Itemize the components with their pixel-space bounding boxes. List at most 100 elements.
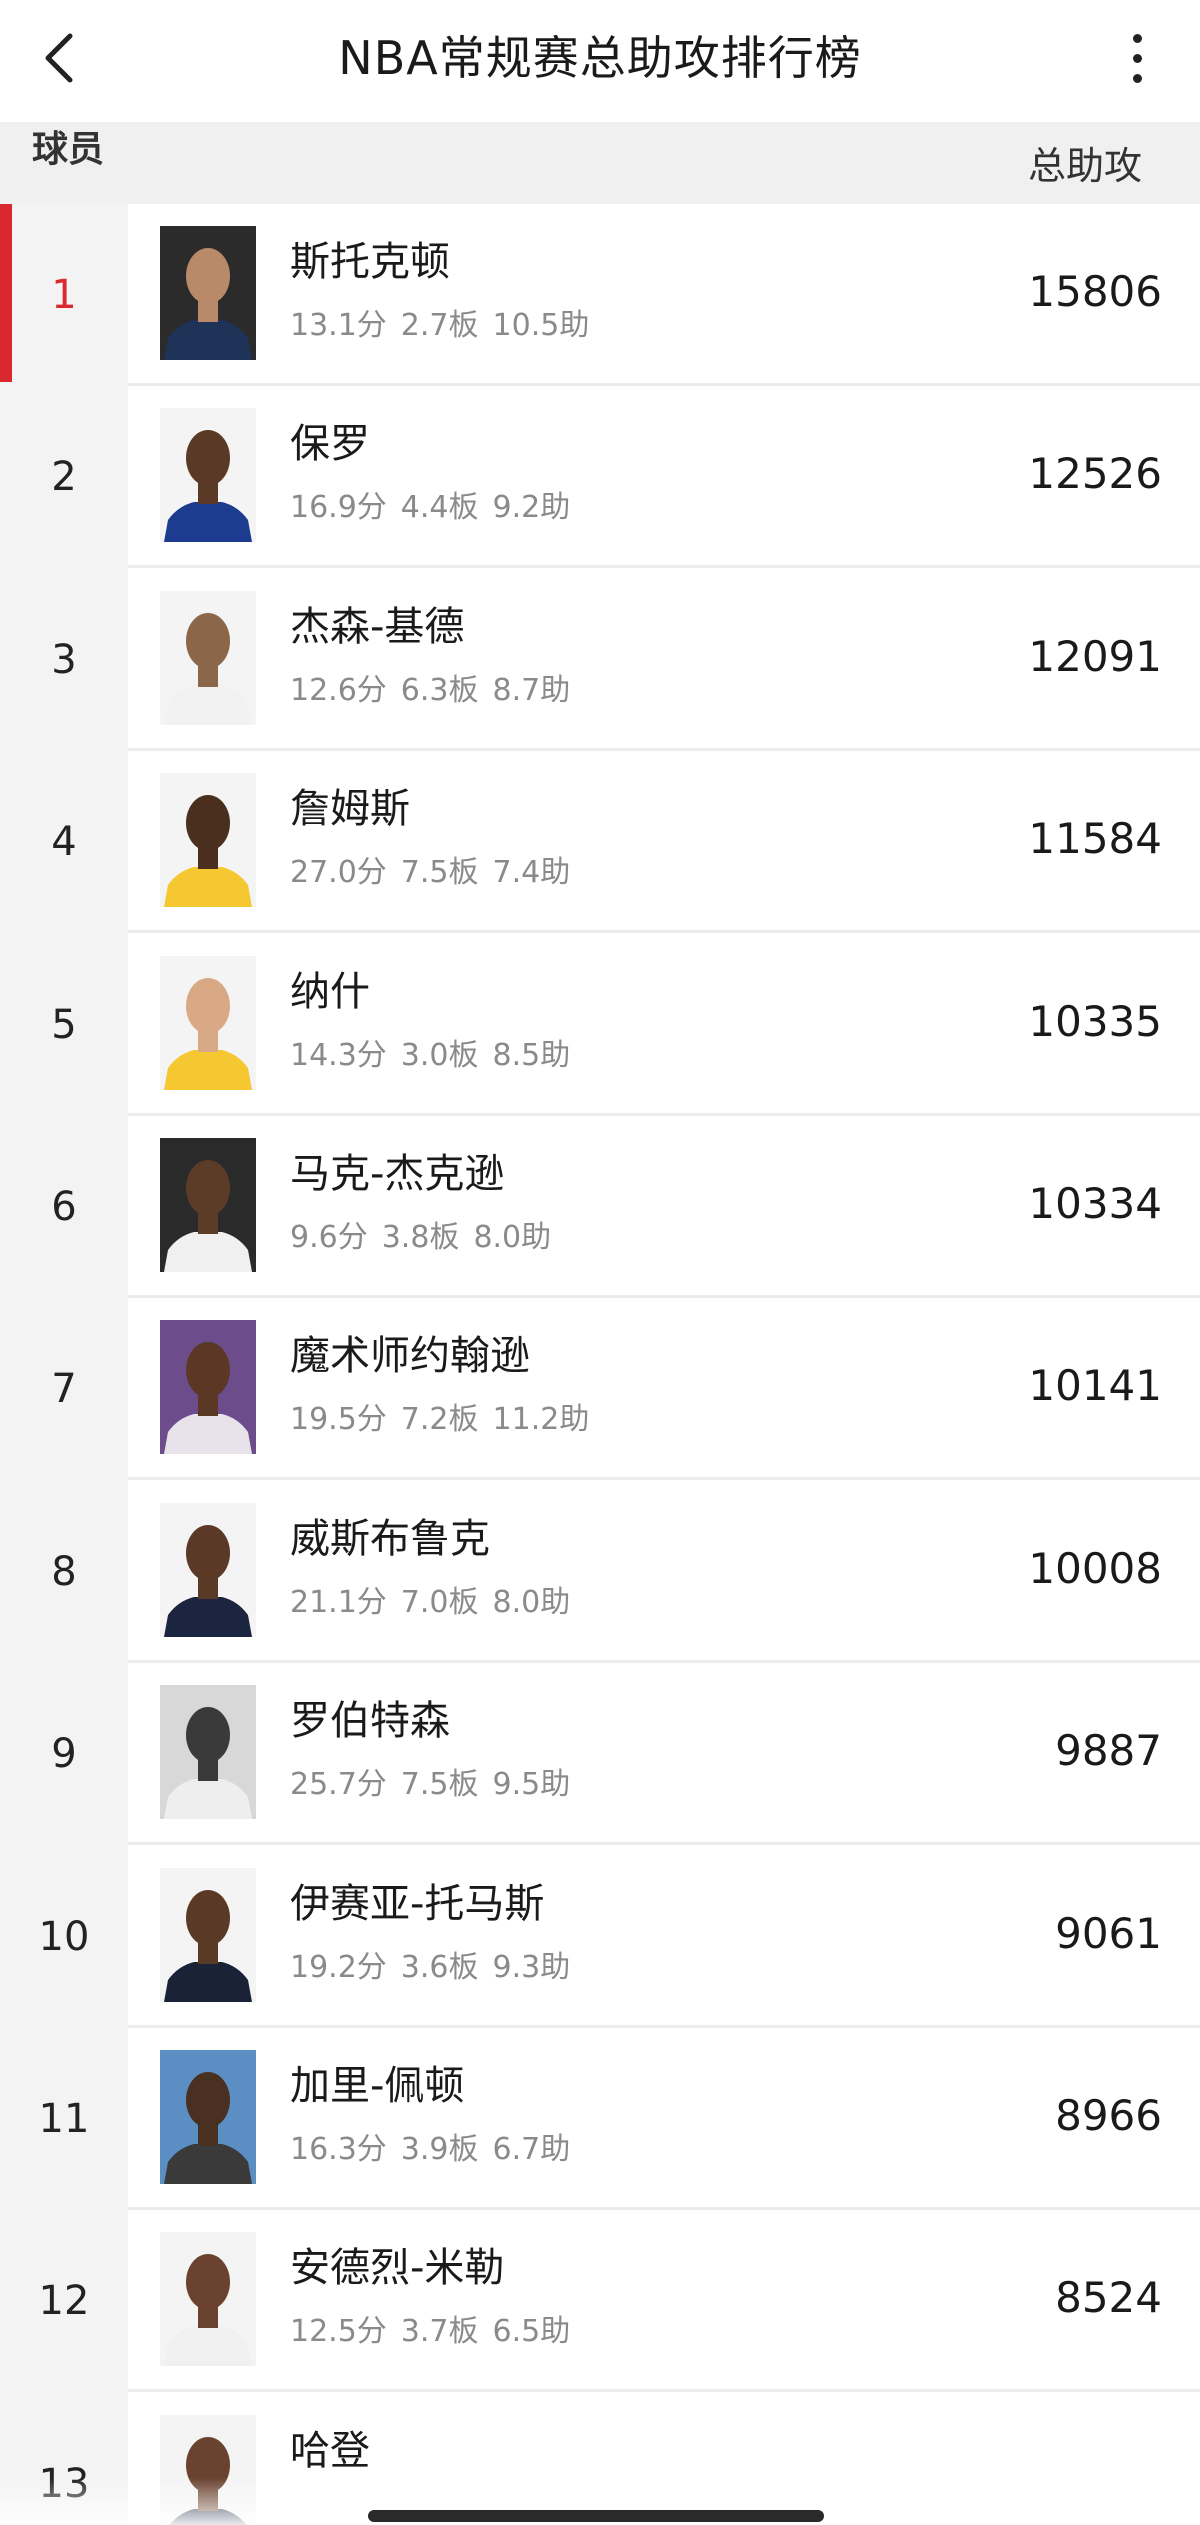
stat-ast: 8.7助 xyxy=(492,672,571,708)
stat-reb: 7.5板 xyxy=(400,855,479,891)
player-avatar xyxy=(160,955,256,1090)
total-assists-value: 12091 xyxy=(1028,631,1162,681)
player-avatar xyxy=(160,408,256,543)
stat-pts: 19.5分 xyxy=(290,1402,387,1438)
stat-ast: 6.5助 xyxy=(492,2314,571,2350)
total-assists-value: 11584 xyxy=(1028,814,1162,864)
total-assists-value: 10334 xyxy=(1028,1179,1162,1228)
rank-number: 5 xyxy=(51,1001,77,1048)
player-stats: 13.1分 2.7板 10.5助 xyxy=(290,304,603,348)
player-row[interactable]: 伊赛亚-托马斯 19.2分 3.6板 9.3助 9061 xyxy=(128,1845,1200,2028)
stat-ast: 6.7助 xyxy=(492,2132,571,2167)
player-avatar xyxy=(160,1867,256,2002)
player-row[interactable]: 杰森-基德 12.6分 6.3板 8.7助 12091 xyxy=(128,568,1200,751)
total-assists-value: 8966 xyxy=(1055,2091,1162,2140)
player-name: 纳什 xyxy=(290,968,370,1015)
stat-ast: 9.3助 xyxy=(492,1949,571,1985)
stat-pts: 27.0分 xyxy=(290,855,387,891)
stat-pts: 25.7分 xyxy=(290,1767,387,1803)
player-stats: 25.7分 7.5板 9.5助 xyxy=(290,1763,584,1807)
stat-pts: 9.6分 xyxy=(290,1220,368,1255)
more-options-button[interactable] xyxy=(1112,26,1164,90)
player-stats: 16.3分 3.9板 6.7助 xyxy=(290,2128,584,2172)
player-avatar xyxy=(160,1320,256,1455)
total-assists-value: 9061 xyxy=(1055,1908,1162,1958)
player-stats: 27.0分 7.5板 7.4助 xyxy=(290,851,584,895)
stat-reb: 7.2板 xyxy=(400,1402,479,1438)
rank-number: 11 xyxy=(38,2096,90,2142)
player-avatar xyxy=(160,1685,256,1820)
stat-reb: 7.0板 xyxy=(400,1584,479,1620)
player-row[interactable]: 威斯布鲁克 21.1分 7.0板 8.0助 10008 xyxy=(128,1480,1200,1663)
rank-number: 7 xyxy=(51,1366,77,1413)
player-name: 加里-佩顿 xyxy=(290,2063,465,2109)
player-name: 安德烈-米勒 xyxy=(290,2245,505,2292)
player-name: 哈登 xyxy=(290,2427,370,2474)
player-row[interactable]: 安德烈-米勒 12.5分 3.7板 6.5助 8524 xyxy=(128,2210,1200,2393)
column-header: 球员 总助攻 xyxy=(0,122,1200,204)
rank-number: 6 xyxy=(51,1184,77,1230)
player-stats: 19.5分 7.2板 11.2助 xyxy=(290,1398,603,1442)
stat-reb: 3.8板 xyxy=(381,1220,460,1255)
player-avatar xyxy=(160,2232,256,2367)
stat-pts: 12.5分 xyxy=(290,2314,387,2350)
rank-number: 3 xyxy=(51,636,77,683)
stat-reb: 3.7板 xyxy=(400,2314,479,2350)
player-avatar xyxy=(160,590,256,725)
player-row[interactable]: 詹姆斯 27.0分 7.5板 7.4助 11584 xyxy=(128,751,1200,934)
stat-reb: 3.9板 xyxy=(400,2132,479,2167)
player-row[interactable]: 保罗 16.9分 4.4板 9.2助 12526 xyxy=(128,386,1200,569)
rank-number: 2 xyxy=(51,454,77,501)
player-name: 詹姆斯 xyxy=(290,786,410,833)
total-assists-value: 12526 xyxy=(1028,449,1162,499)
player-stats: 21.1分 7.0板 8.0助 xyxy=(290,1581,584,1625)
total-assists-value: 10008 xyxy=(1028,1543,1162,1593)
player-stats: 12.6分 6.3板 8.7助 xyxy=(290,669,584,713)
stat-reb: 2.7板 xyxy=(400,308,479,343)
player-name: 斯托克顿 xyxy=(290,239,450,285)
stat-ast: 8.5助 xyxy=(492,1037,571,1073)
player-row[interactable]: 纳什 14.3分 3.0板 8.5助 10335 xyxy=(128,933,1200,1116)
stat-ast: 8.0助 xyxy=(492,1584,571,1620)
rank-number: 1 xyxy=(0,204,128,386)
player-avatar xyxy=(160,226,256,360)
player-avatar xyxy=(160,1502,256,1637)
total-assists-value: 8524 xyxy=(1055,2273,1162,2323)
player-row[interactable]: 加里-佩顿 16.3分 3.9板 6.7助 8966 xyxy=(128,2028,1200,2210)
rank-number: 8 xyxy=(51,1548,77,1595)
rank-number: 10 xyxy=(38,1913,90,1960)
player-row[interactable]: 罗伯特森 25.7分 7.5板 9.5助 9887 xyxy=(128,1663,1200,1846)
page-title: NBA常规赛总助攻排行榜 xyxy=(338,31,862,85)
total-assists-value: 10335 xyxy=(1028,996,1162,1046)
player-stats: 14.3分 3.0板 8.5助 xyxy=(290,1034,584,1078)
top-navigation-bar: NBA常规赛总助攻排行榜 xyxy=(0,0,1200,122)
total-assists-value: 15806 xyxy=(1028,267,1162,316)
stat-reb: 4.4板 xyxy=(400,490,479,526)
rank-number: 12 xyxy=(38,2278,90,2325)
player-row[interactable]: 马克-杰克逊 9.6分 3.8板 8.0助 10334 xyxy=(128,1116,1200,1298)
player-row[interactable]: 斯托克顿 13.1分 2.7板 10.5助 15806 xyxy=(128,204,1200,386)
rank-number: 9 xyxy=(51,1731,77,1778)
player-avatar xyxy=(160,2050,256,2184)
player-name: 威斯布鲁克 xyxy=(290,1515,490,1562)
total-assists-value: 10141 xyxy=(1028,1361,1162,1411)
player-stats: 19.2分 3.6板 9.3助 xyxy=(290,1946,584,1990)
stat-pts: 12.6分 xyxy=(290,672,387,708)
player-stats: 12.5分 3.7板 6.5助 xyxy=(290,2310,584,2354)
home-indicator[interactable] xyxy=(368,2510,824,2522)
player-row[interactable]: 魔术师约翰逊 19.5分 7.2板 11.2助 10141 xyxy=(128,1298,1200,1481)
player-name: 保罗 xyxy=(290,421,370,468)
player-name: 罗伯特森 xyxy=(290,1698,450,1745)
stat-pts: 14.3分 xyxy=(290,1037,387,1073)
column-header-total-assists: 总助攻 xyxy=(1027,144,1142,188)
stat-pts: 21.1分 xyxy=(290,1584,387,1620)
stat-reb: 7.5板 xyxy=(400,1767,479,1803)
stat-ast: 9.2助 xyxy=(492,490,571,526)
stat-pts: 16.3分 xyxy=(290,2132,387,2167)
stat-ast: 7.4助 xyxy=(492,855,571,891)
stat-ast: 10.5助 xyxy=(492,308,590,343)
player-name: 杰森-基德 xyxy=(290,603,465,650)
stat-pts: 13.1分 xyxy=(290,308,387,343)
column-header-player: 球员 xyxy=(32,129,105,170)
stat-reb: 3.0板 xyxy=(400,1037,479,1073)
